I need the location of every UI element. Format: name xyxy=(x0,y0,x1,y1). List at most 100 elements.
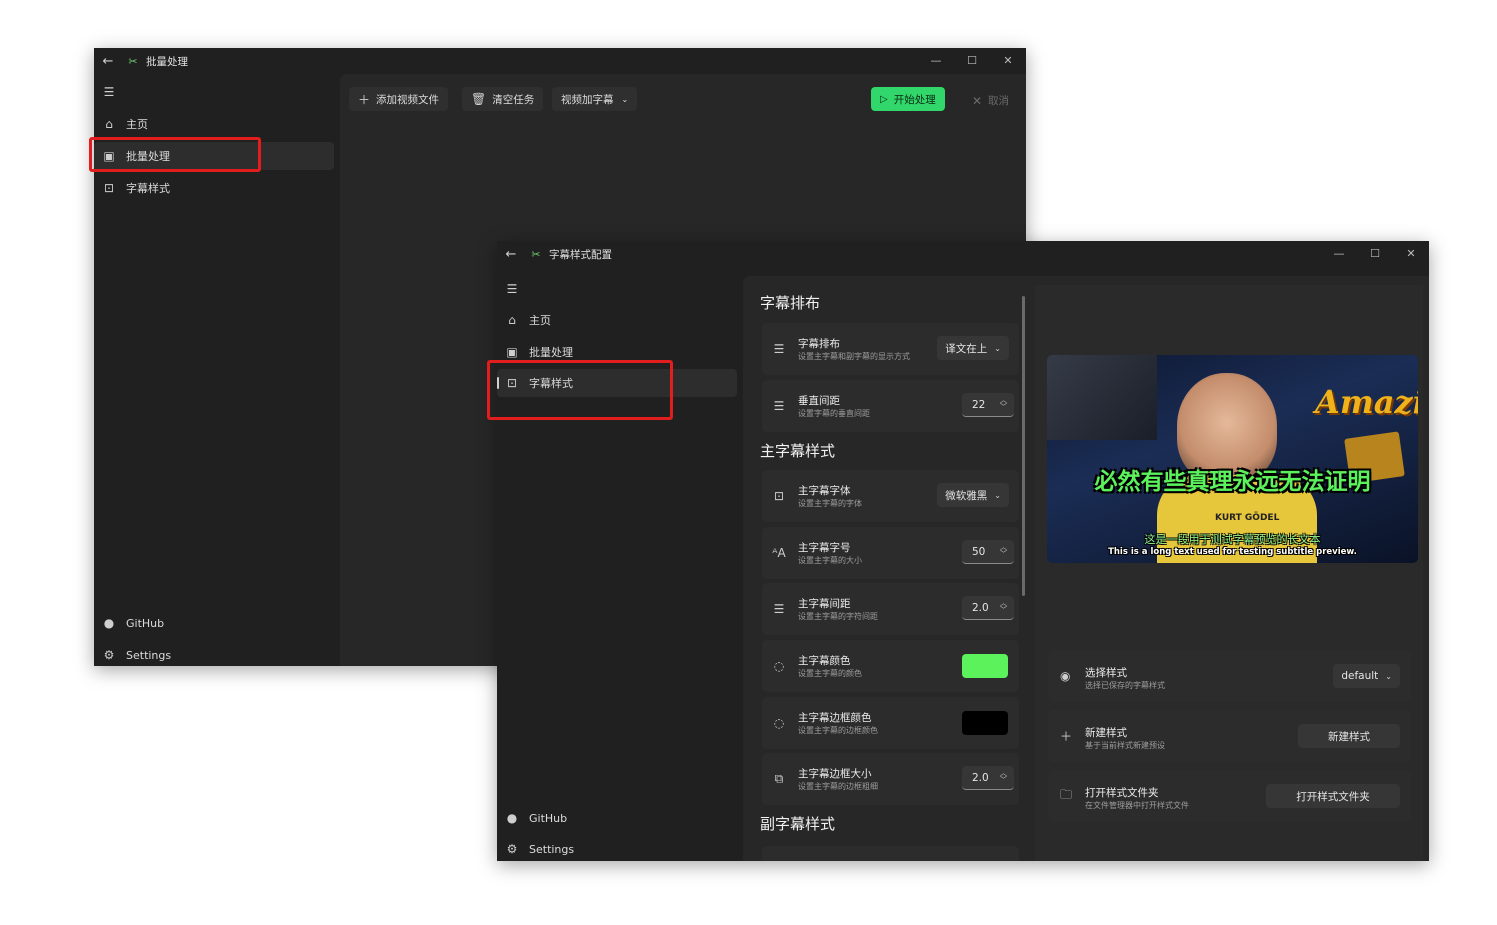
setting-desc: 设置主字幕的边框颜色 xyxy=(798,726,878,735)
nav-item-style[interactable]: ⊡ 字幕样式 xyxy=(94,174,334,202)
setting-sub-font-partial xyxy=(762,846,1019,861)
preview-main-subtitle: 必然有些真理永远无法证明 xyxy=(1094,469,1371,495)
nav-item-home[interactable]: ⌂ 主页 xyxy=(94,110,334,138)
title-bar: ← ✂ 批量处理 xyxy=(94,48,1026,74)
button-label: 开始处理 xyxy=(893,93,936,106)
font-dropdown[interactable]: 微软雅黑 ⌄ xyxy=(937,483,1009,507)
setting-desc: 设置字幕的垂直间距 xyxy=(798,409,870,418)
close-icon[interactable]: ✕ xyxy=(1393,241,1429,265)
scrollbar[interactable] xyxy=(1022,296,1025,596)
cancel-button[interactable]: ✕ 取消 xyxy=(972,93,1009,108)
align-icon: ☰ xyxy=(773,602,785,616)
nav-item-github[interactable]: ● GitHub xyxy=(497,804,737,832)
minimize-icon[interactable]: — xyxy=(918,48,954,72)
main-color-swatch[interactable] xyxy=(962,654,1008,678)
subtitle-icon: ⊡ xyxy=(103,181,115,195)
dropdown-value: 译文在上 xyxy=(945,342,988,355)
minimize-icon[interactable]: — xyxy=(1321,241,1357,265)
dropdown-value: 视频加字幕 xyxy=(561,93,614,106)
start-processing-button[interactable]: ▷ 开始处理 xyxy=(871,87,945,111)
card-desc: 在文件管理器中打开样式文件 xyxy=(1085,801,1189,810)
nav-label: 批量处理 xyxy=(529,346,573,359)
setting-title: 主字幕边框大小 xyxy=(798,768,872,780)
folder-icon: 🗀 xyxy=(1060,787,1073,802)
font-size-stepper[interactable]: 50 ︿ ﹀ xyxy=(962,540,1014,564)
title-bar: ← ✂ 字幕样式配置 xyxy=(497,241,1429,267)
section-title-main-style: 主字幕样式 xyxy=(760,442,836,460)
font-size-icon: ᴬA xyxy=(772,546,786,560)
close-icon[interactable]: ✕ xyxy=(990,48,1026,72)
window-controls: — ☐ ✕ xyxy=(918,48,1026,72)
font-icon: ⊡ xyxy=(773,489,785,503)
highlight-box-style xyxy=(487,360,673,420)
app-logo-icon: ✂ xyxy=(128,54,138,68)
nav-label: Settings xyxy=(126,648,172,662)
vertical-spacing-stepper[interactable]: 22 ︿ ﹀ xyxy=(962,393,1014,417)
align-icon: ☰ xyxy=(773,342,785,356)
border-color-swatch[interactable] xyxy=(962,711,1008,735)
card-title: 打开样式文件夹 xyxy=(1085,787,1159,799)
back-arrow-icon[interactable]: ← xyxy=(501,247,521,262)
home-icon: ⌂ xyxy=(508,313,516,327)
plus-icon: ＋ xyxy=(358,92,371,107)
chevron-down-icon: ⌄ xyxy=(994,343,1001,353)
border-icon: ⧉ xyxy=(774,771,784,786)
clear-tasks-button[interactable]: 🗑 清空任务 xyxy=(462,87,544,111)
add-video-button[interactable]: ＋ 添加视频文件 xyxy=(349,87,449,111)
setting-desc: 设置主字幕的边框粗细 xyxy=(798,782,878,791)
nav-item-settings[interactable]: ⚙ Settings xyxy=(94,641,334,666)
section-title-layout: 字幕排布 xyxy=(760,294,821,312)
spin-arrows-icon[interactable]: ︿ ﹀ xyxy=(1000,397,1007,411)
setting-title: 主字幕字体 xyxy=(798,485,851,497)
hamburger-menu[interactable]: ☰ xyxy=(497,275,527,303)
open-folder-button[interactable]: 打开样式文件夹 xyxy=(1266,784,1400,808)
github-icon: ● xyxy=(103,616,115,630)
github-icon: ● xyxy=(506,811,518,825)
dropdown-value: default xyxy=(1341,670,1379,682)
highlight-box-batch xyxy=(89,137,261,172)
card-title: 选择样式 xyxy=(1085,667,1127,679)
button-label: 添加视频文件 xyxy=(376,93,440,106)
spin-arrows-icon[interactable]: ︿ ﹀ xyxy=(1000,544,1007,558)
new-style-button[interactable]: 新建样式 xyxy=(1298,724,1400,748)
spin-arrows-icon[interactable]: ︿ ﹀ xyxy=(1000,600,1007,614)
back-arrow-icon[interactable]: ← xyxy=(98,54,118,69)
chevron-down-icon: ⌄ xyxy=(621,94,629,104)
setting-desc: 设置主字幕的字体 xyxy=(798,499,862,508)
spin-arrows-icon[interactable]: ︿ ﹀ xyxy=(1000,770,1007,784)
app-logo-icon: ✂ xyxy=(531,247,541,261)
window-title: 字幕样式配置 xyxy=(549,248,612,261)
mode-dropdown[interactable]: 视频加字幕 ⌄ xyxy=(552,87,638,111)
nav-label: GitHub xyxy=(529,811,568,825)
maximize-icon[interactable]: ☐ xyxy=(954,48,990,72)
char-spacing-stepper[interactable]: 2.0 ︿ ﹀ xyxy=(962,596,1014,620)
setting-border-color: ◌ 主字幕边框颜色 设置主字幕的边框颜色 xyxy=(762,697,1019,749)
chevron-down-icon: ⌄ xyxy=(994,490,1001,500)
border-size-stepper[interactable]: 2.0 ︿ ﹀ xyxy=(962,766,1014,790)
card-desc: 选择已保存的字幕样式 xyxy=(1085,681,1165,690)
eye-icon: ◉ xyxy=(1060,669,1071,683)
menu-icon: ☰ xyxy=(506,282,518,296)
nav-label: GitHub xyxy=(126,616,165,630)
sidebar: ☰ ⌂ 主页 ▣ 批量处理 ⊡ 字幕样式 ● GitHub ⚙ Settings xyxy=(497,267,743,861)
select-style-card: ◉ 选择样式 选择已保存的字幕样式 default ⌄ xyxy=(1048,650,1411,702)
button-label: 取消 xyxy=(988,95,1010,107)
stepper-value: 2.0 xyxy=(972,771,989,784)
stepper-value: 22 xyxy=(972,398,986,411)
shirt-text: KURT GÖDEL xyxy=(1215,513,1280,523)
style-select-dropdown[interactable]: default ⌄ xyxy=(1333,664,1400,688)
preview-sub-subtitle-en: This is a long text used for testing sub… xyxy=(1108,547,1357,557)
nav-item-home[interactable]: ⌂ 主页 xyxy=(497,306,737,334)
hamburger-menu[interactable]: ☰ xyxy=(94,78,124,106)
nav-item-settings[interactable]: ⚙ Settings xyxy=(497,835,737,861)
setting-title: 字幕排布 xyxy=(798,338,840,350)
layout-dropdown[interactable]: 译文在上 ⌄ xyxy=(937,336,1009,360)
close-icon: ✕ xyxy=(972,93,983,108)
subtitle-preview-image: KURT GÖDEL Amazin 必然有些真理永远无法证明 这是一段用于测试字… xyxy=(1047,355,1418,563)
window-title: 批量处理 xyxy=(146,55,188,68)
setting-layout: ☰ 字幕排布 设置主字幕和副字幕的显示方式 译文在上 ⌄ xyxy=(762,323,1019,375)
align-icon: ☰ xyxy=(773,399,785,413)
maximize-icon[interactable]: ☐ xyxy=(1357,241,1393,265)
palette-icon: ◌ xyxy=(773,716,785,730)
nav-item-github[interactable]: ● GitHub xyxy=(94,609,334,637)
